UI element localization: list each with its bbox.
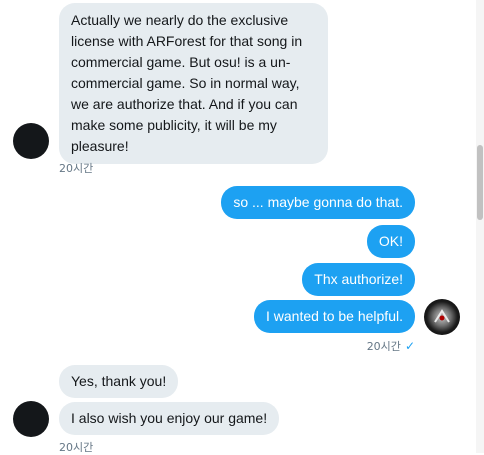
message-timestamp: 20시간 — [59, 162, 94, 175]
sender-avatar[interactable] — [13, 401, 49, 437]
sent-message-bubble[interactable]: I wanted to be helpful. — [254, 300, 415, 333]
received-message-bubble[interactable]: Yes, thank you! — [59, 365, 179, 398]
scrollbar-thumb[interactable] — [477, 145, 483, 220]
sent-message-bubble[interactable]: OK! — [366, 225, 415, 258]
sent-message-bubble[interactable]: so ... maybe gonna do that. — [221, 186, 415, 219]
received-message-bubble[interactable]: I also wish you enjoy our game! — [59, 402, 280, 435]
checkmark-icon: ✓ — [404, 339, 415, 353]
scrollbar-track[interactable] — [476, 0, 484, 453]
my-avatar[interactable] — [424, 299, 460, 335]
timestamp-text: 20시간 — [366, 340, 401, 353]
message-thread[interactable]: Actually we nearly do the exclusive lice… — [0, 0, 476, 454]
message-timestamp: 20시간 ✓ — [367, 338, 415, 354]
sent-message-bubble[interactable]: Thx authorize! — [302, 263, 415, 296]
sender-avatar[interactable] — [13, 123, 49, 159]
received-message-bubble[interactable]: Actually we nearly do the exclusive lice… — [59, 3, 328, 164]
avatar-logo-icon — [434, 309, 450, 323]
